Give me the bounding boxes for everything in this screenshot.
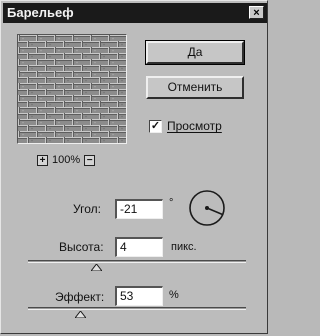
effect-label: Эффект: [55, 290, 105, 304]
preview-checkbox[interactable]: ✓ [149, 119, 162, 133]
height-slider-track[interactable] [28, 260, 246, 263]
angle-dial[interactable] [188, 189, 226, 227]
effect-input[interactable]: 53 [115, 286, 163, 306]
height-slider-thumb[interactable] [91, 264, 102, 271]
angle-label: Угол: [73, 202, 101, 216]
height-input[interactable]: 4 [115, 237, 163, 257]
dialog-title: Барельеф [7, 5, 74, 20]
close-icon: × [253, 7, 260, 19]
effect-unit: % [169, 289, 179, 301]
zoom-in-button[interactable]: + [37, 154, 48, 166]
zoom-out-button[interactable]: − [84, 154, 96, 166]
plus-icon: + [39, 154, 46, 166]
cancel-button[interactable]: Отменить [146, 76, 244, 99]
angle-unit: ° [169, 197, 174, 209]
angle-input[interactable]: -21 [115, 199, 163, 219]
zoom-level: 100% [52, 154, 81, 166]
height-unit: пикс. [171, 241, 197, 253]
checkmark-icon: ✓ [150, 119, 161, 132]
effect-slider-track[interactable] [28, 307, 246, 310]
preview-checkbox-label: Просмотр [167, 119, 222, 133]
ok-button[interactable]: Да [145, 40, 245, 65]
preview-image[interactable] [17, 34, 127, 144]
emboss-preview-texture [18, 35, 126, 143]
emboss-dialog: Барельеф × + 100% − Да Отменить ✓ Просмо… [0, 0, 268, 334]
zoom-controls: + 100% − [37, 153, 96, 167]
title-bar[interactable]: Барельеф × [3, 3, 267, 23]
minus-icon: − [86, 154, 93, 166]
effect-slider-thumb[interactable] [75, 311, 86, 318]
height-label: Высота: [59, 240, 104, 254]
preview-checkbox-row[interactable]: ✓ Просмотр [149, 119, 222, 133]
close-button[interactable]: × [249, 6, 264, 19]
